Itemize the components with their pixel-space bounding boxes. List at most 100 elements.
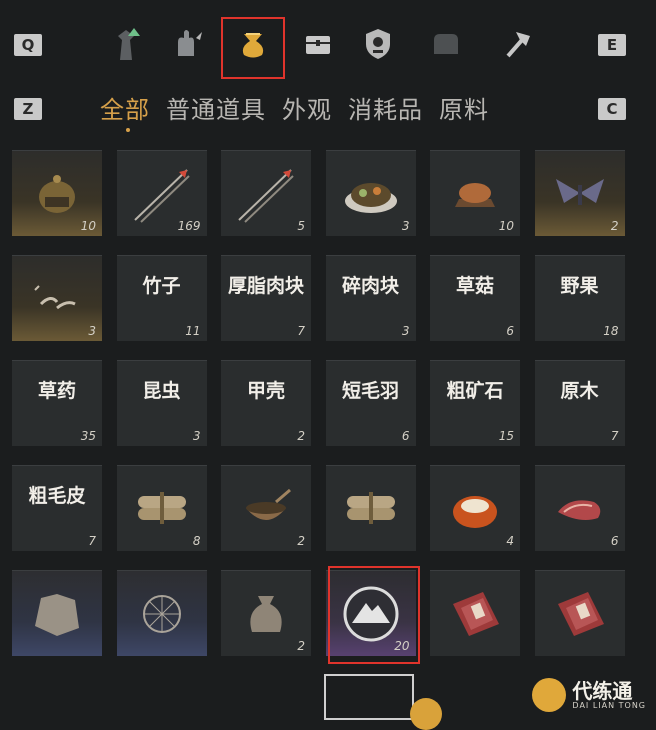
inventory-slot[interactable]: 草药 35 <box>12 360 102 446</box>
inventory-slot[interactable]: 粗矿石 15 <box>430 360 520 446</box>
shield-icon <box>366 29 390 59</box>
inventory-slot[interactable]: 10 <box>430 150 520 236</box>
inventory-slot[interactable]: 2 <box>534 150 625 236</box>
inventory-slot[interactable] <box>116 570 207 656</box>
tab-consumables[interactable]: 消耗品 <box>348 90 423 126</box>
key-c-hint[interactable]: C <box>598 98 626 120</box>
inventory-slot[interactable]: 短毛羽 6 <box>325 360 416 446</box>
inventory-slot[interactable]: 6 <box>534 465 625 551</box>
key-q-hint[interactable]: Q <box>14 34 42 56</box>
inventory-slot[interactable]: 野果 18 <box>534 255 625 341</box>
bottom-coin-icon <box>410 698 442 730</box>
item-quantity: 7 <box>610 429 619 443</box>
tower-icon <box>118 28 140 60</box>
inventory-slot[interactable]: 2 <box>221 465 311 551</box>
item-quantity: 6 <box>401 429 410 443</box>
inventory-slot[interactable]: 碎肉块 3 <box>325 255 416 341</box>
item-quantity: 2 <box>610 219 619 233</box>
tab-common-items[interactable]: 普通道具 <box>166 90 266 126</box>
watermark-logo-icon <box>532 678 567 712</box>
item-name: 粗矿石 <box>446 380 504 402</box>
category-bar: Q E <box>0 0 656 90</box>
item-quantity: 18 <box>603 324 619 338</box>
inventory-slot[interactable] <box>12 570 102 656</box>
category-shield[interactable] <box>356 22 400 66</box>
bundle-icon <box>326 466 416 551</box>
inventory-slot[interactable]: 5 <box>221 150 311 236</box>
key-e-hint[interactable]: E <box>598 34 626 56</box>
tab-all[interactable]: 全部 <box>100 90 150 132</box>
item-quantity: 2 <box>297 639 305 653</box>
inventory-slot[interactable]: 3 <box>325 150 416 236</box>
item-quantity: 6 <box>506 324 514 338</box>
watermark: 代练通 DAI LIAN TONG <box>532 678 646 712</box>
item-quantity: 3 <box>192 429 201 443</box>
item-quantity: 3 <box>401 324 410 338</box>
item-quantity: 7 <box>88 534 96 548</box>
key-z-hint[interactable]: Z <box>14 98 42 120</box>
item-name: 碎肉块 <box>341 275 399 297</box>
inventory-slot[interactable]: 4 <box>430 465 520 551</box>
item-quantity: 2 <box>297 429 305 443</box>
watermark-sub-text: DAI LIAN TONG <box>572 700 646 710</box>
item-quantity: 2 <box>297 534 305 548</box>
item-quantity: 5 <box>297 219 305 233</box>
item-name: 甲壳 <box>246 380 285 402</box>
bag-icon <box>434 34 458 54</box>
item-name: 野果 <box>560 275 599 297</box>
item-quantity: 4 <box>506 534 514 548</box>
watermark-main-text: 代练通 <box>572 678 633 703</box>
item-name: 粗毛皮 <box>28 485 86 507</box>
inventory-slot[interactable] <box>430 570 520 656</box>
bottom-panel-frame <box>324 674 414 720</box>
filter-tabs: 全部 普通道具 外观 消耗品 原料 <box>100 90 489 132</box>
inventory-slot[interactable]: 甲壳 2 <box>221 360 311 446</box>
red-box-icon <box>535 571 625 656</box>
item-name: 厚脂肉块 <box>227 275 304 297</box>
inventory-slot[interactable]: 169 <box>116 150 207 236</box>
tab-materials[interactable]: 原料 <box>439 90 489 126</box>
item-quantity: 8 <box>192 534 201 548</box>
tab-appearance[interactable]: 外观 <box>282 90 332 126</box>
item-quantity: 3 <box>401 219 410 233</box>
item-quantity: 15 <box>498 429 514 443</box>
item-name: 竹子 <box>142 275 181 297</box>
inventory-slot[interactable]: 原木 7 <box>534 360 625 446</box>
item-quantity: 6 <box>610 534 619 548</box>
selected-category-highlight <box>221 17 285 79</box>
item-quantity: 3 <box>88 324 96 338</box>
item-quantity: 10 <box>80 219 96 233</box>
item-quantity: 169 <box>177 219 201 233</box>
inventory-slot[interactable]: 昆虫 3 <box>116 360 207 446</box>
highlighted-slot-frame <box>328 566 420 664</box>
inventory-slot[interactable] <box>325 465 416 551</box>
item-quantity: 11 <box>185 324 201 338</box>
category-hammer[interactable] <box>496 22 540 66</box>
item-quantity: 7 <box>297 324 305 338</box>
inventory-slot[interactable]: 粗毛皮 7 <box>12 465 102 551</box>
red-box-icon <box>430 571 520 656</box>
inventory-slot[interactable]: 2 <box>221 570 311 656</box>
category-hand[interactable] <box>166 22 210 66</box>
inventory-slot[interactable]: 3 <box>12 255 102 341</box>
category-chest[interactable] <box>296 22 340 66</box>
fur-icon <box>12 571 102 656</box>
item-quantity: 10 <box>498 219 514 233</box>
inventory-slot[interactable]: 厚脂肉块 7 <box>221 255 311 341</box>
category-tower[interactable] <box>104 22 148 66</box>
chest-icon <box>306 36 330 54</box>
hand-icon <box>178 30 202 56</box>
hammer-icon <box>506 32 530 58</box>
item-name: 草药 <box>37 380 76 402</box>
net-icon <box>117 571 207 656</box>
inventory-slot[interactable]: 10 <box>12 150 102 236</box>
inventory-slot[interactable]: 竹子 11 <box>116 255 207 341</box>
item-name: 昆虫 <box>142 380 181 402</box>
inventory-slot[interactable]: 8 <box>116 465 207 551</box>
item-name: 原木 <box>560 380 599 402</box>
category-bag[interactable] <box>424 22 468 66</box>
inventory-slot[interactable]: 草菇 6 <box>430 255 520 341</box>
inventory-slot[interactable] <box>534 570 625 656</box>
item-quantity: 35 <box>80 429 96 443</box>
item-name: 草菇 <box>455 275 494 297</box>
